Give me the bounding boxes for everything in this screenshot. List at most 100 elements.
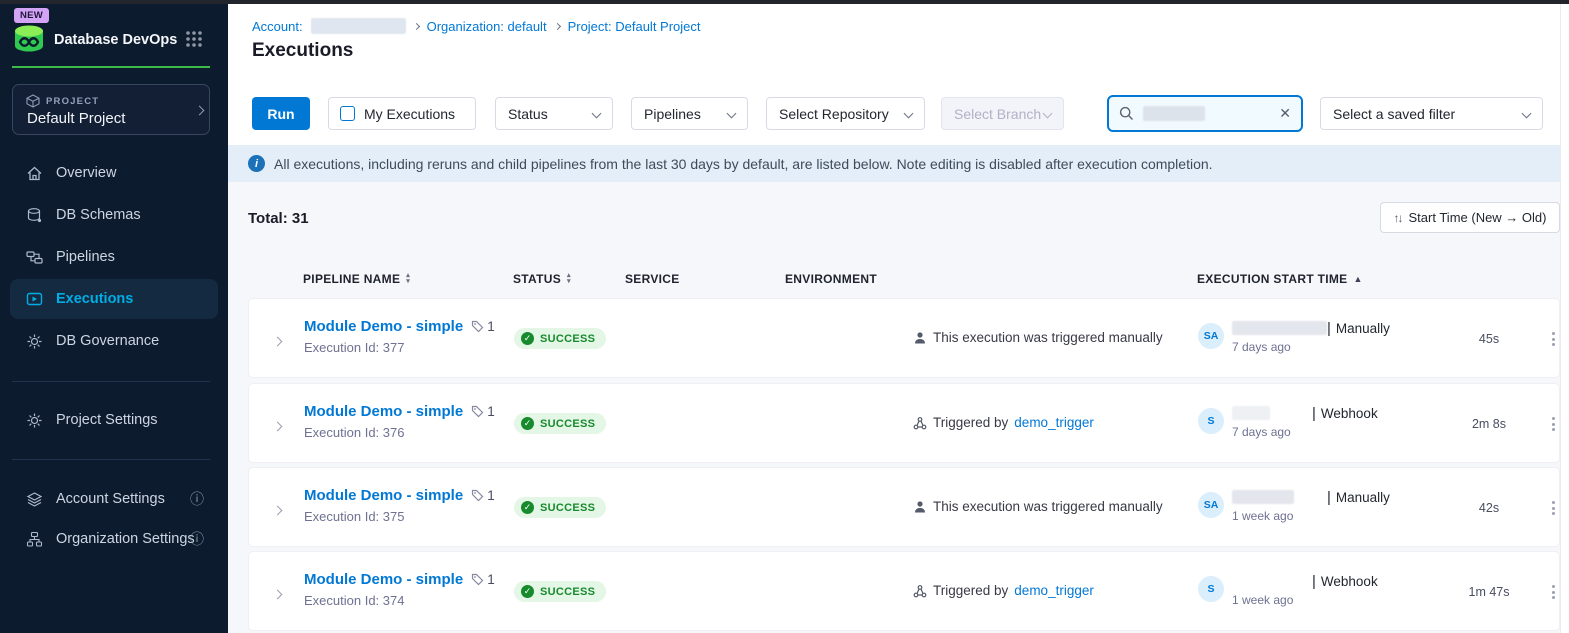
execution-row[interactable]: Module Demo - simple 1 Execution Id: 375… [248,467,1560,547]
layers-icon [26,491,43,508]
pipeline-name-link[interactable]: Module Demo - simple [304,571,463,588]
sort-both-icon: ▴▾ [567,273,571,285]
divider: | [1327,320,1331,337]
expand-row-icon[interactable] [274,417,281,435]
trigger-link[interactable]: demo_trigger [1014,583,1094,598]
pipeline-name-link[interactable]: Module Demo - simple [304,318,463,335]
time-ago: 1 week ago [1232,593,1378,607]
expand-row-icon[interactable] [274,501,281,519]
sidebar-item-organization-settings[interactable]: Organization Settings ⓘ [10,519,218,559]
check-icon: ✓ [521,585,534,598]
browser-top-strip [0,0,1569,4]
chevron-right-icon [195,106,205,116]
pipeline-name-link[interactable]: Module Demo - simple [304,487,463,504]
clear-search-icon[interactable]: ✕ [1279,105,1291,122]
status-badge: ✓ SUCCESS [514,497,606,518]
divider: | [1312,405,1316,422]
chevron-right-icon [413,22,420,29]
person-icon [913,331,927,345]
row-menu-icon[interactable] [1545,412,1561,436]
repository-filter-dropdown[interactable]: Select Repository [766,97,925,130]
column-execution-start-time[interactable]: EXECUTION START TIME ▲ [1197,272,1363,286]
scrollbar-track[interactable] [1560,4,1569,633]
duration: 45s [1459,332,1519,346]
avatar: SA [1198,323,1224,349]
execution-row[interactable]: Module Demo - simple 1 Execution Id: 377… [248,298,1560,378]
saved-filter-label: Select a saved filter [1333,106,1455,122]
repository-filter-label: Select Repository [779,106,889,122]
saved-filter-dropdown[interactable]: Select a saved filter [1320,97,1543,130]
project-selector[interactable]: PROJECT Default Project [12,84,210,135]
info-icon: ⓘ [190,489,204,509]
time-ago: 7 days ago [1232,425,1378,439]
sidebar: NEW Database DevOps PROJECT Default Proj… [0,0,228,633]
divider: | [1312,573,1316,590]
column-pipeline-name[interactable]: PIPELINE NAME ▴▾ [303,272,410,286]
tag-icon [471,489,484,502]
tag-icon [471,405,484,418]
breadcrumb-account[interactable]: Account: [252,19,303,34]
execution-id: Execution Id: 376 [304,425,495,440]
person-icon [913,500,927,514]
sidebar-item-pipelines[interactable]: Pipelines [10,237,218,277]
trigger-type-label: Manually [1336,490,1390,505]
home-icon [26,165,43,182]
sidebar-divider [12,459,210,460]
search-input[interactable]: ✕ [1107,95,1303,132]
module-grid-icon[interactable] [185,30,203,48]
pipelines-filter-dropdown[interactable]: Pipelines [631,97,748,130]
execution-row[interactable]: Module Demo - simple 1 Execution Id: 376… [248,383,1560,463]
check-icon: ✓ [521,501,534,514]
pipelines-filter-label: Pipelines [644,106,701,122]
sidebar-item-overview[interactable]: Overview [10,153,218,193]
sort-order-button[interactable]: ↑↓ Start Time (New → Old) [1380,202,1560,233]
column-status[interactable]: STATUS ▴▾ [513,272,571,286]
expand-row-icon[interactable] [274,332,281,350]
sidebar-item-db-schemas[interactable]: DB Schemas [10,195,218,235]
tag-icon [471,573,484,586]
my-executions-checkbox[interactable] [340,106,355,121]
sidebar-item-db-governance[interactable]: DB Governance [10,321,218,361]
webhook-icon [913,584,927,598]
redacted-account-name [311,18,406,34]
row-menu-icon[interactable] [1545,580,1561,604]
sidebar-item-label: Overview [56,165,116,181]
avatar: SA [1198,492,1224,518]
start-time-cell: SA | Manually 7 days ago [1198,319,1390,354]
check-icon: ✓ [521,417,534,430]
project-cube-icon [26,94,40,108]
execution-row[interactable]: Module Demo - simple 1 Execution Id: 374… [248,551,1560,631]
pipeline-name-link[interactable]: Module Demo - simple [304,403,463,420]
duration: 1m 47s [1459,585,1519,599]
sidebar-item-label: Organization Settings [56,531,195,547]
pipeline-cell: Module Demo - simple 1 Execution Id: 374 [304,571,495,608]
sidebar-item-label: Pipelines [56,249,115,265]
branch-filter-label: Select Branch [954,106,1041,122]
main-content: Account: Organization: default Project: … [228,4,1560,633]
new-badge: NEW [14,8,49,23]
redacted-user-name [1232,490,1294,504]
tag-count: 1 [471,488,495,503]
webhook-icon [913,416,927,430]
duration: 2m 8s [1459,417,1519,431]
row-menu-icon[interactable] [1545,327,1561,351]
breadcrumb-organization[interactable]: Organization: default [427,19,547,34]
sidebar-item-project-settings[interactable]: Project Settings [10,400,218,440]
sidebar-item-account-settings[interactable]: Account Settings ⓘ [10,479,218,519]
trigger-link[interactable]: demo_trigger [1014,415,1094,430]
sidebar-item-label: DB Governance [56,333,159,349]
redacted-user-name [1232,321,1327,335]
sidebar-item-executions[interactable]: Executions [10,279,218,319]
avatar: S [1198,576,1224,602]
executions-icon [26,291,43,308]
database-icon [26,207,43,224]
my-executions-toggle[interactable]: My Executions [328,97,476,130]
status-filter-dropdown[interactable]: Status [495,97,613,130]
breadcrumb-project[interactable]: Project: Default Project [568,19,701,34]
redacted-user-name [1232,406,1270,420]
trigger-info: This execution was triggered manually [913,499,1163,514]
row-menu-icon[interactable] [1545,496,1561,520]
sort-order-label: Start Time (New → Old) [1409,210,1547,225]
run-button[interactable]: Run [252,97,310,130]
expand-row-icon[interactable] [274,585,281,603]
